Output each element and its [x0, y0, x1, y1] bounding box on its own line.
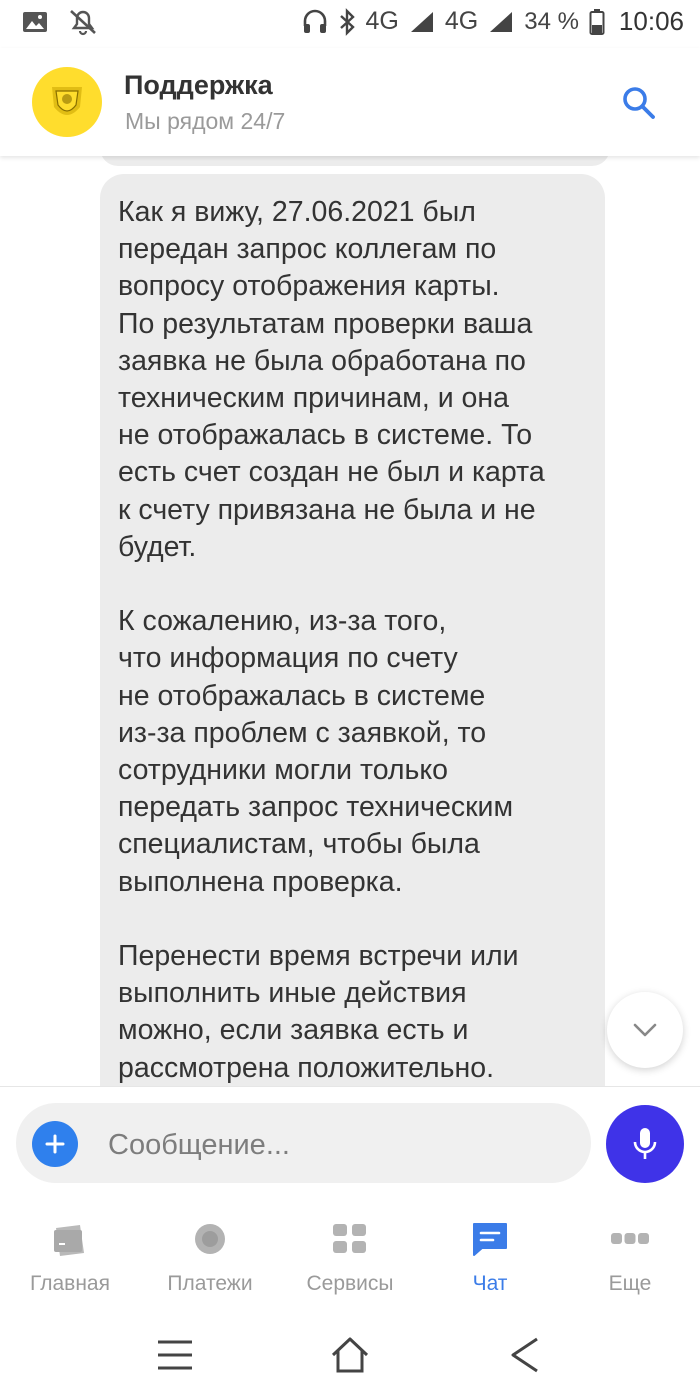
tab-chat[interactable]: Чат	[420, 1220, 560, 1300]
status-bar: 4G 4G 34 % 10:06	[0, 0, 700, 48]
tab-label-chat: Чат	[472, 1272, 508, 1295]
battery-icon	[589, 8, 605, 35]
clock: 10:06	[618, 6, 684, 36]
circle-icon	[195, 1224, 225, 1254]
previous-message-bubble	[100, 156, 610, 166]
microphone-icon	[633, 1128, 657, 1159]
gallery-notification-icon	[23, 12, 47, 32]
network-type-1: 4G	[365, 7, 399, 35]
bottom-tab-bar: Главная Платежи Сервисы Чат Еще	[0, 1202, 700, 1312]
chat-icon	[473, 1223, 507, 1256]
network-type-2: 4G	[444, 7, 479, 35]
menu-icon	[158, 1340, 192, 1370]
message-text: Как я вижу, 27.06.2021 был передан запро…	[118, 196, 545, 1084]
nav-back-button[interactable]	[500, 1332, 550, 1378]
search-icon	[623, 87, 655, 119]
emblem-icon	[52, 87, 82, 115]
grid-icon	[333, 1224, 366, 1253]
headphones-icon	[303, 9, 326, 33]
chat-messages-area[interactable]: Как я вижу, 27.06.2021 был передан запро…	[0, 156, 700, 1086]
battery-percent: 34 %	[524, 7, 579, 35]
attach-button[interactable]	[32, 1121, 78, 1167]
tab-more[interactable]: Еще	[560, 1220, 700, 1300]
back-icon	[511, 1337, 538, 1373]
tab-services[interactable]: Сервисы	[280, 1220, 420, 1300]
tab-label-payments: Платежи	[167, 1272, 253, 1295]
tab-label-services: Сервисы	[306, 1272, 394, 1295]
plus-icon	[45, 1134, 65, 1154]
chat-title: Поддержка	[124, 70, 273, 100]
tab-label-more: Еще	[608, 1272, 652, 1295]
message-input[interactable]	[108, 1125, 568, 1165]
notifications-off-icon	[70, 10, 96, 36]
message-composer	[0, 1086, 700, 1203]
voice-message-button[interactable]	[606, 1105, 684, 1183]
more-icon	[611, 1233, 649, 1244]
signal-icon-1	[410, 11, 433, 32]
bank-logo-avatar	[32, 67, 102, 137]
tab-payments[interactable]: Платежи	[140, 1220, 280, 1300]
chevron-down-icon	[633, 1023, 657, 1037]
bluetooth-icon	[339, 7, 355, 36]
system-navigation-bar	[0, 1312, 700, 1400]
tab-main[interactable]: Главная	[0, 1220, 140, 1300]
chat-subtitle: Мы рядом 24/7	[125, 108, 286, 134]
nav-home-button[interactable]	[325, 1332, 375, 1378]
home-icon	[331, 1337, 369, 1373]
tab-label-main: Главная	[30, 1272, 110, 1295]
search-button[interactable]	[620, 84, 658, 122]
card-icon	[54, 1225, 84, 1256]
nav-menu-button[interactable]	[150, 1332, 200, 1378]
chat-header: Поддержка Мы рядом 24/7	[0, 48, 700, 156]
signal-icon-2	[490, 11, 513, 32]
scroll-to-bottom-button[interactable]	[607, 992, 683, 1068]
